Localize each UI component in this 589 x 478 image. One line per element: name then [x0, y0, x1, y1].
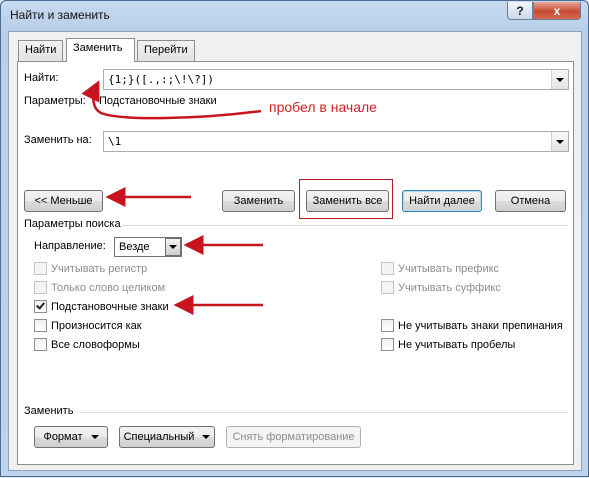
- checkbox-box: [34, 300, 47, 313]
- wildcards-checkbox[interactable]: Подстановочные знаки: [34, 300, 169, 313]
- replace-section-heading: Заменить: [24, 405, 74, 417]
- find-replace-dialog: Найти и заменить ? x Найти Заменить Пере…: [0, 0, 589, 477]
- find-next-button[interactable]: Найти далее: [402, 190, 482, 212]
- dialog-client-area: Найти Заменить Перейти Найти: {1;}([.,:;…: [8, 31, 582, 471]
- title-bar[interactable]: Найти и заменить ? x: [1, 1, 588, 31]
- search-options-divider: [122, 225, 568, 226]
- match-suffix-checkbox[interactable]: Учитывать суффикс: [381, 281, 501, 294]
- checkbox-box: [381, 262, 394, 275]
- checkbox-label: Учитывать префикс: [398, 262, 500, 275]
- replace-tab-panel: Найти: {1;}([.,:;\!\?]) Параметры: Подст…: [17, 61, 574, 465]
- replace-all-highlight-box: [299, 179, 393, 219]
- checkbox-box: [34, 262, 47, 275]
- format-button[interactable]: Формат: [34, 426, 108, 448]
- search-options-heading: Параметры поиска: [24, 218, 121, 230]
- replace-dropdown-button[interactable]: [551, 132, 568, 151]
- dialog-title: Найти и заменить: [10, 8, 110, 22]
- chevron-down-icon: [556, 139, 564, 144]
- checkbox-box: [34, 338, 47, 351]
- checkbox-box: [381, 319, 394, 332]
- chevron-down-icon: [90, 435, 99, 439]
- replace-section-divider: [80, 412, 568, 413]
- annotation-text: пробел в начале: [269, 99, 377, 115]
- format-button-label: Формат: [43, 431, 83, 443]
- match-case-checkbox[interactable]: Учитывать регистр: [34, 262, 147, 275]
- help-icon: ?: [516, 3, 524, 18]
- tab-goto[interactable]: Перейти: [137, 40, 195, 61]
- replace-input-value: \1: [108, 135, 122, 148]
- match-prefix-checkbox[interactable]: Учитывать префикс: [381, 262, 499, 275]
- checkbox-label: Учитывать суффикс: [398, 281, 501, 294]
- direction-select-value: Везде: [119, 241, 150, 253]
- tab-find[interactable]: Найти: [18, 40, 64, 61]
- options-summary-label: Параметры:: [24, 95, 86, 107]
- special-button[interactable]: Специальный: [119, 426, 215, 448]
- sounds-like-checkbox[interactable]: Произносится как: [34, 319, 142, 332]
- ignore-punctuation-checkbox[interactable]: Не учитывать знаки препинания: [381, 319, 563, 332]
- all-word-forms-checkbox[interactable]: Все словоформы: [34, 338, 140, 351]
- find-input-value: {1;}([.,:;\!\?]): [108, 73, 214, 86]
- checkbox-label: Подстановочные знаки: [51, 300, 169, 313]
- chevron-down-icon: [556, 77, 564, 82]
- direction-select[interactable]: Везде: [114, 237, 182, 257]
- tab-replace[interactable]: Заменить: [66, 38, 135, 62]
- close-icon: x: [553, 3, 561, 18]
- direction-dropdown-button[interactable]: [165, 238, 181, 256]
- checkbox-box: [34, 281, 47, 294]
- cancel-button[interactable]: Отмена: [495, 190, 566, 212]
- chevron-down-icon: [169, 245, 177, 249]
- checkbox-label: Только слово целиком: [51, 281, 166, 294]
- replace-input[interactable]: \1: [103, 131, 569, 152]
- direction-label: Направление:: [34, 240, 106, 252]
- less-button[interactable]: << Меньше: [24, 190, 103, 212]
- find-input[interactable]: {1;}([.,:;\!\?]): [103, 69, 569, 90]
- help-button[interactable]: ?: [507, 2, 533, 20]
- checkbox-box: [381, 281, 394, 294]
- checkmark-icon: [36, 300, 45, 310]
- checkbox-box: [34, 319, 47, 332]
- options-summary-value: Подстановочные знаки: [99, 95, 217, 107]
- checkbox-label: Все словоформы: [51, 338, 140, 351]
- find-label: Найти:: [24, 72, 59, 84]
- checkbox-box: [381, 338, 394, 351]
- checkbox-label: Произносится как: [51, 319, 142, 332]
- close-button[interactable]: x: [533, 2, 581, 20]
- checkbox-label: Не учитывать знаки препинания: [398, 319, 563, 332]
- ignore-whitespace-checkbox[interactable]: Не учитывать пробелы: [381, 338, 515, 351]
- replace-button[interactable]: Заменить: [222, 190, 295, 212]
- clear-formatting-button[interactable]: Снять форматирование: [226, 426, 361, 448]
- replace-label: Заменить на:: [24, 134, 92, 146]
- chevron-down-icon: [202, 435, 211, 439]
- checkbox-label: Учитывать регистр: [51, 262, 148, 275]
- checkbox-label: Не учитывать пробелы: [398, 338, 516, 351]
- special-button-label: Специальный: [123, 431, 195, 443]
- find-dropdown-button[interactable]: [551, 70, 568, 89]
- whole-word-checkbox[interactable]: Только слово целиком: [34, 281, 165, 294]
